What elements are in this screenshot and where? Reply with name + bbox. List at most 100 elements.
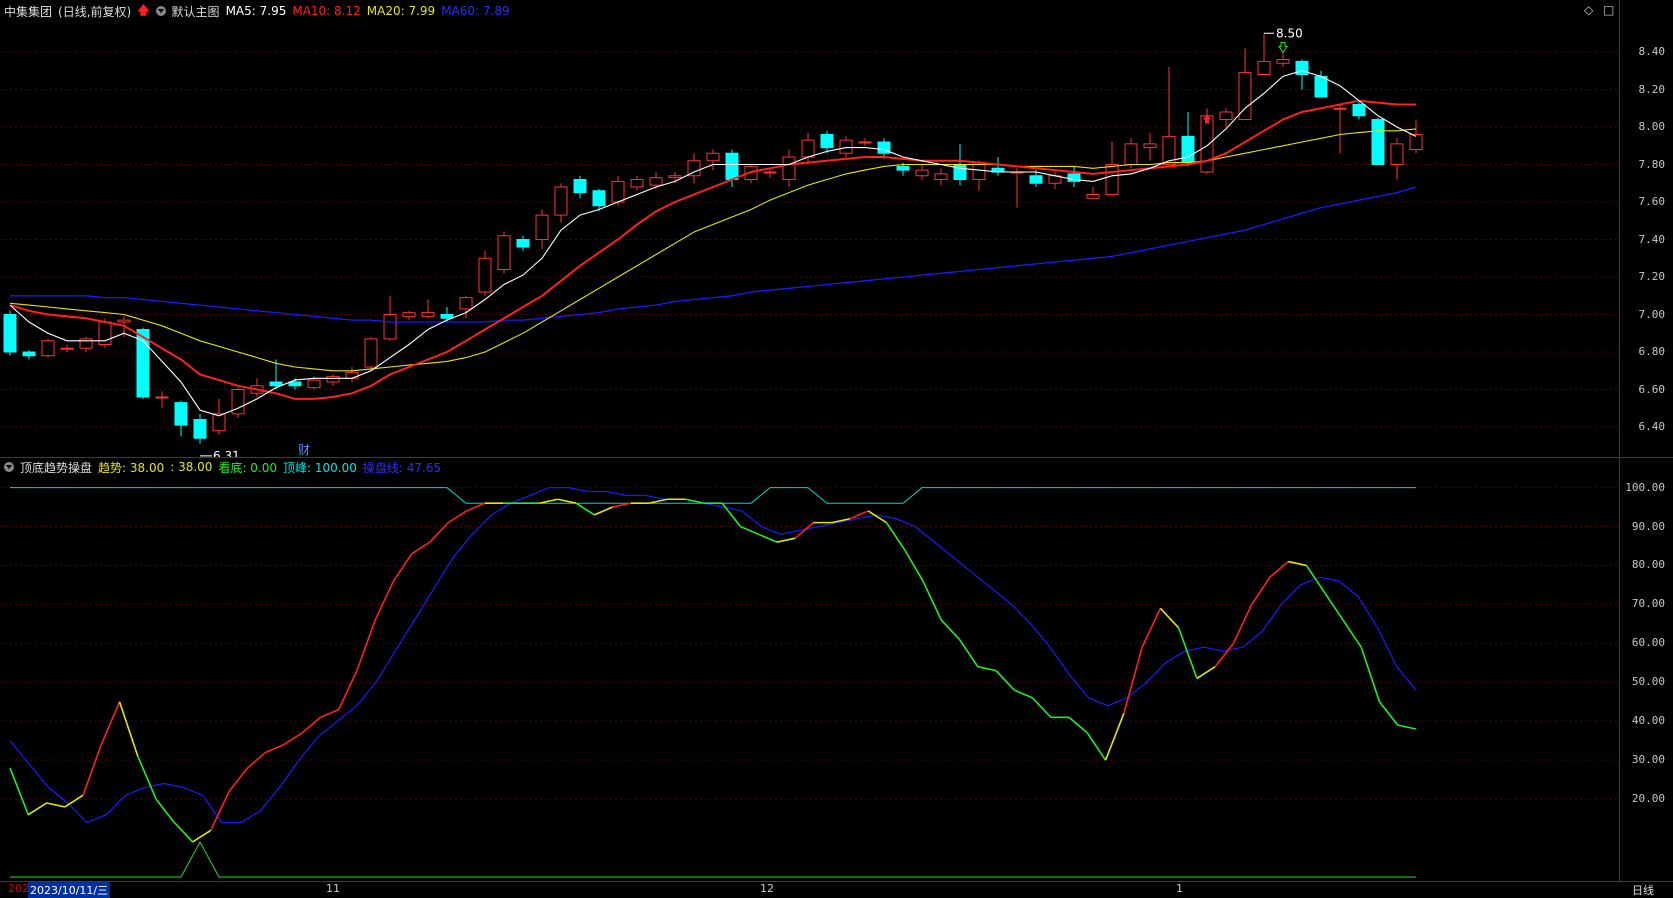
trend-segment — [1324, 592, 1344, 621]
trend-segment — [776, 537, 796, 543]
period-button[interactable]: 日线 — [1632, 882, 1654, 898]
date-axis: 202 2023/10/11/三 11 12 1 日线 — [0, 882, 1673, 898]
candle-up — [1409, 134, 1423, 150]
ma5-readout: MA5: 7.95 — [225, 4, 287, 18]
candle-up — [554, 186, 568, 216]
candle-down — [573, 179, 587, 194]
trend2-readout: : 38.00 — [170, 460, 213, 474]
period-label: (日线,前复权) — [58, 4, 132, 19]
candle-up — [915, 169, 929, 177]
candle-up — [307, 379, 321, 389]
price-chart[interactable]: 8.50 6.31 财 — [0, 22, 1619, 457]
ma10-readout: MA10: 8.12 — [292, 4, 361, 18]
candle-down — [953, 164, 967, 180]
dropdown-icon[interactable] — [155, 6, 166, 16]
candle-up — [326, 375, 340, 383]
month-label-11: 11 — [326, 882, 340, 895]
low-price-label: 6.31 — [213, 449, 240, 457]
trend-segment — [64, 794, 84, 808]
candle-up — [1105, 164, 1119, 195]
trend-segment — [1013, 689, 1033, 699]
candle-down — [174, 402, 188, 426]
trend-segment — [82, 744, 103, 796]
candle-down — [725, 152, 739, 180]
indicator-tick-label: 80.00 — [1631, 558, 1665, 572]
chart-template[interactable]: 默认主图 — [172, 3, 220, 20]
trend-segment — [557, 498, 577, 504]
candle-up — [345, 372, 359, 379]
ma60-line — [10, 186, 1417, 323]
candle-up — [1124, 143, 1138, 165]
indicator-name[interactable]: 顶底趋势操盘 — [20, 459, 92, 476]
trend-segment — [922, 580, 942, 621]
candle-up — [155, 396, 169, 399]
candle-down — [1029, 175, 1043, 184]
candle-down — [1371, 119, 1385, 165]
trend-segment — [283, 732, 303, 746]
trend-segment — [612, 502, 631, 508]
candle-up — [611, 180, 625, 203]
candle-up — [459, 297, 473, 310]
red-up-arrow-icon[interactable]: 🡅 — [137, 1, 149, 22]
trend-segment — [1305, 565, 1326, 594]
trend-segment — [356, 619, 376, 671]
chart-header: 中集集团 (日线,前复权) 🡅 默认主图 MA5: 7.95 MA10: 8.1… — [0, 0, 1619, 22]
stock-name[interactable]: 中集集团 — [4, 3, 52, 20]
date-axis-start: 202 — [8, 882, 29, 895]
candle-up — [630, 179, 644, 188]
candle-down — [193, 419, 207, 439]
candle-up — [1219, 111, 1233, 120]
candle-up — [60, 347, 74, 350]
trend-segment — [1086, 732, 1107, 761]
candle-down — [1314, 75, 1328, 98]
right-axis-border — [1619, 0, 1620, 882]
baseline-line — [9, 487, 1417, 824]
trend-segment — [1214, 642, 1235, 668]
candle-down — [3, 314, 17, 353]
trend-segment — [337, 670, 358, 710]
candle-down — [22, 351, 36, 357]
trend-segment — [1378, 701, 1399, 726]
trend-segment — [1159, 607, 1180, 629]
ma20-readout: MA20: 7.99 — [366, 4, 436, 18]
indicator-tick-label: 30.00 — [1631, 753, 1665, 767]
date-cursor: 2023/10/11/三 — [28, 882, 111, 898]
candle-down — [269, 381, 283, 387]
candle-up — [1276, 59, 1290, 64]
price-tick-label: 7.80 — [1638, 157, 1666, 171]
candle-up — [782, 156, 796, 180]
candle-up — [1257, 60, 1271, 75]
candle-down — [440, 314, 454, 319]
candle-up — [1200, 115, 1214, 173]
trend-segment — [137, 755, 157, 800]
price-tick-label: 8.20 — [1638, 82, 1666, 96]
price-tick-label: 7.20 — [1638, 270, 1666, 283]
candle-up — [421, 312, 435, 317]
indicator-dropdown-icon[interactable] — [4, 462, 14, 472]
candle-up — [801, 139, 815, 158]
trend-segment — [977, 665, 997, 672]
candle-up — [117, 319, 131, 323]
trend-segment — [155, 798, 175, 823]
trend-segment — [1068, 716, 1088, 734]
candle-up — [383, 314, 397, 340]
candle-up — [535, 214, 549, 240]
indicator-header: 顶底趋势操盘 趋势: 38.00 : 38.00 看底: 0.00 顶峰: 10… — [0, 458, 1619, 476]
indicator-tick-label: 100.00 — [1625, 480, 1665, 494]
trend-segment — [685, 498, 705, 504]
trend-segment — [374, 580, 395, 621]
diamond-button[interactable]: ◇ — [1584, 3, 1593, 17]
indicator-tick-label: 40.00 — [1631, 714, 1665, 728]
candle-up — [497, 235, 511, 270]
candle-up — [934, 173, 948, 180]
trend-segment — [740, 525, 759, 536]
price-tick-label: 6.40 — [1638, 420, 1666, 433]
trend-segment — [593, 506, 613, 516]
price-tick-label: 7.00 — [1638, 307, 1666, 321]
price-tick-label: 7.40 — [1638, 232, 1666, 246]
square-button[interactable]: □ — [1603, 3, 1614, 17]
indicator-chart[interactable] — [0, 476, 1619, 881]
indicator-tick-label: 20.00 — [1631, 792, 1665, 806]
trend-segment — [1269, 560, 1289, 578]
trend-segment — [27, 802, 47, 816]
